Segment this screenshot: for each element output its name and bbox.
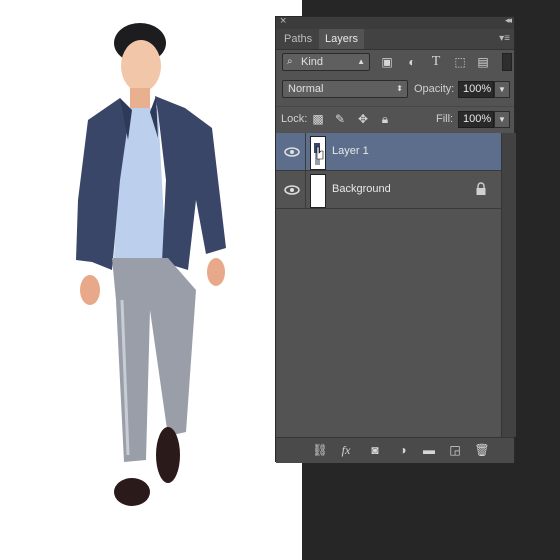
opacity-field[interactable]: 100% [458,81,494,98]
layers-scrollbar[interactable] [501,133,516,437]
lock-icon[interactable] [475,182,487,196]
lock-label: Lock: [281,113,308,125]
hand-cursor-icon [314,143,324,165]
eye-icon[interactable] [284,144,300,160]
divider [305,133,306,171]
search-icon: ⌕ [287,56,293,67]
layer-thumbnail [310,136,326,170]
panel-footer: ⛓ fx ◙ ◑ ▬ ◲ 🗑︎ [276,437,514,463]
layer-thumbnail [310,174,326,208]
image-filter-icon[interactable]: ▣ [379,54,395,70]
smart-object-filter-icon[interactable]: ▤ [475,54,491,70]
layer-name[interactable]: Background [332,183,391,195]
fashion-illustration [76,23,226,506]
fill-label: Fill: [436,113,454,125]
folder-icon[interactable]: ▬ [421,442,437,458]
lock-position-icon[interactable]: ✥ [355,111,371,127]
panel-titlebar[interactable]: × ◂◂ [276,15,514,29]
new-layer-icon[interactable]: ◲ [447,442,463,458]
filter-toggle[interactable] [502,53,512,71]
blend-row: Normal ⬍ Opacity: 100% ▼ [276,77,514,101]
document-canvas[interactable] [0,0,302,560]
layer-row-background[interactable]: Background [276,171,501,209]
lock-transparency-icon[interactable]: ▩ [310,111,326,127]
close-icon[interactable]: × [280,15,286,27]
fx-icon[interactable]: fx [338,442,354,458]
lock-row: Lock: ▩ ✎ ✥ 🔒︎ Fill: 100% ▼ [276,106,514,131]
panel-menu-icon[interactable]: ▾≡ [499,33,510,44]
tab-layers[interactable]: Layers [319,29,365,49]
layers-panel[interactable]: × ◂◂ Paths Layers ▾≡ ⌕ Kind ▲ ▣ ◐ T ⬚ ▤ … [275,15,516,463]
layer-row-layer-1[interactable]: Layer 1 [276,133,501,171]
kind-filter-label: Kind [301,56,324,68]
layer-name[interactable]: Layer 1 [332,145,369,157]
type-filter-icon[interactable]: T [428,54,444,70]
mask-icon[interactable]: ◙ [367,442,383,458]
eye-icon[interactable] [284,182,300,198]
blend-mode-value: Normal [288,83,324,95]
fill-dropdown-button[interactable]: ▼ [494,111,510,128]
collapse-icon[interactable]: ◂◂ [505,15,512,26]
chevron-down-icon: ⬍ [396,84,403,93]
lock-all-icon[interactable]: 🔒︎ [377,111,393,127]
blend-mode-dropdown[interactable]: Normal ⬍ [282,80,408,98]
adjustment-filter-icon[interactable]: ◐ [404,54,420,70]
opacity-dropdown-button[interactable]: ▼ [494,81,510,98]
tab-paths[interactable]: Paths [278,29,318,49]
panel-tabs: Paths Layers ▾≡ [276,29,514,50]
kind-filter-dropdown[interactable]: ⌕ Kind ▲ [282,53,370,71]
shape-filter-icon[interactable]: ⬚ [452,54,468,70]
lock-brush-icon[interactable]: ✎ [332,111,348,127]
opacity-label: Opacity: [414,83,455,95]
adjustment-icon[interactable]: ◑ [395,442,411,458]
divider [305,171,306,209]
chevron-down-icon: ▲ [357,57,365,66]
link-icon[interactable]: ⛓ [312,442,328,458]
fill-field[interactable]: 100% [458,111,494,128]
filter-row: ⌕ Kind ▲ ▣ ◐ T ⬚ ▤ [276,50,514,72]
trash-icon[interactable]: 🗑︎ [474,442,490,458]
layers-list: Layer 1 Background [276,133,501,437]
